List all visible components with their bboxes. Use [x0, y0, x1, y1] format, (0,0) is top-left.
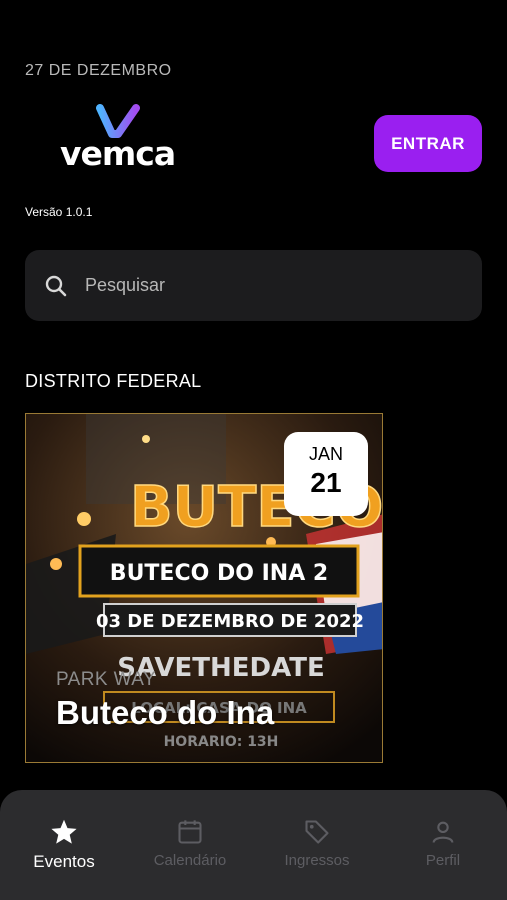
event-card[interactable]: BUTECO BUTECO DO INA 2 03 DE DEZEMBRO DE…	[25, 413, 383, 763]
current-date: 27 DE DEZEMBRO	[25, 62, 172, 79]
app-version: Versão 1.0.1	[25, 205, 93, 219]
event-name: Buteco do Ina	[56, 694, 275, 731]
tab-label: Perfil	[425, 852, 461, 869]
vemca-logo: vemca	[60, 104, 178, 173]
poster-horario: HORARIO: 13H	[164, 734, 279, 750]
search-bar[interactable]	[25, 250, 482, 321]
search-input[interactable]	[83, 274, 427, 297]
tab-label: Eventos	[33, 852, 95, 871]
tab-calendario[interactable]: Calendário	[135, 818, 245, 869]
poster-title: BUTECO DO INA 2	[110, 561, 328, 586]
login-button[interactable]: ENTRAR	[374, 115, 482, 172]
brand-name: vemca	[60, 134, 176, 173]
event-venue: PARK WAY	[56, 669, 156, 690]
event-day: 21	[310, 467, 342, 498]
tab-perfil[interactable]: Perfil	[388, 818, 498, 869]
tab-label: Ingressos	[284, 852, 350, 869]
tag-icon	[305, 820, 329, 844]
star-icon	[51, 819, 77, 844]
calendar-icon	[178, 820, 202, 844]
person-icon	[432, 821, 454, 843]
tab-label: Calendário	[153, 852, 227, 869]
bottom-nav: Eventos Calendário Ingressos Perfil	[0, 790, 507, 900]
region-title: DISTRITO FEDERAL	[25, 371, 202, 391]
search-icon	[45, 275, 67, 296]
event-date-badge: JAN 21	[284, 432, 368, 516]
tab-eventos[interactable]: Eventos	[9, 818, 119, 872]
tab-ingressos[interactable]: Ingressos	[262, 818, 372, 869]
event-month: JAN	[308, 444, 343, 464]
poster-date: 03 DE DEZEMBRO DE 2022	[96, 611, 364, 632]
